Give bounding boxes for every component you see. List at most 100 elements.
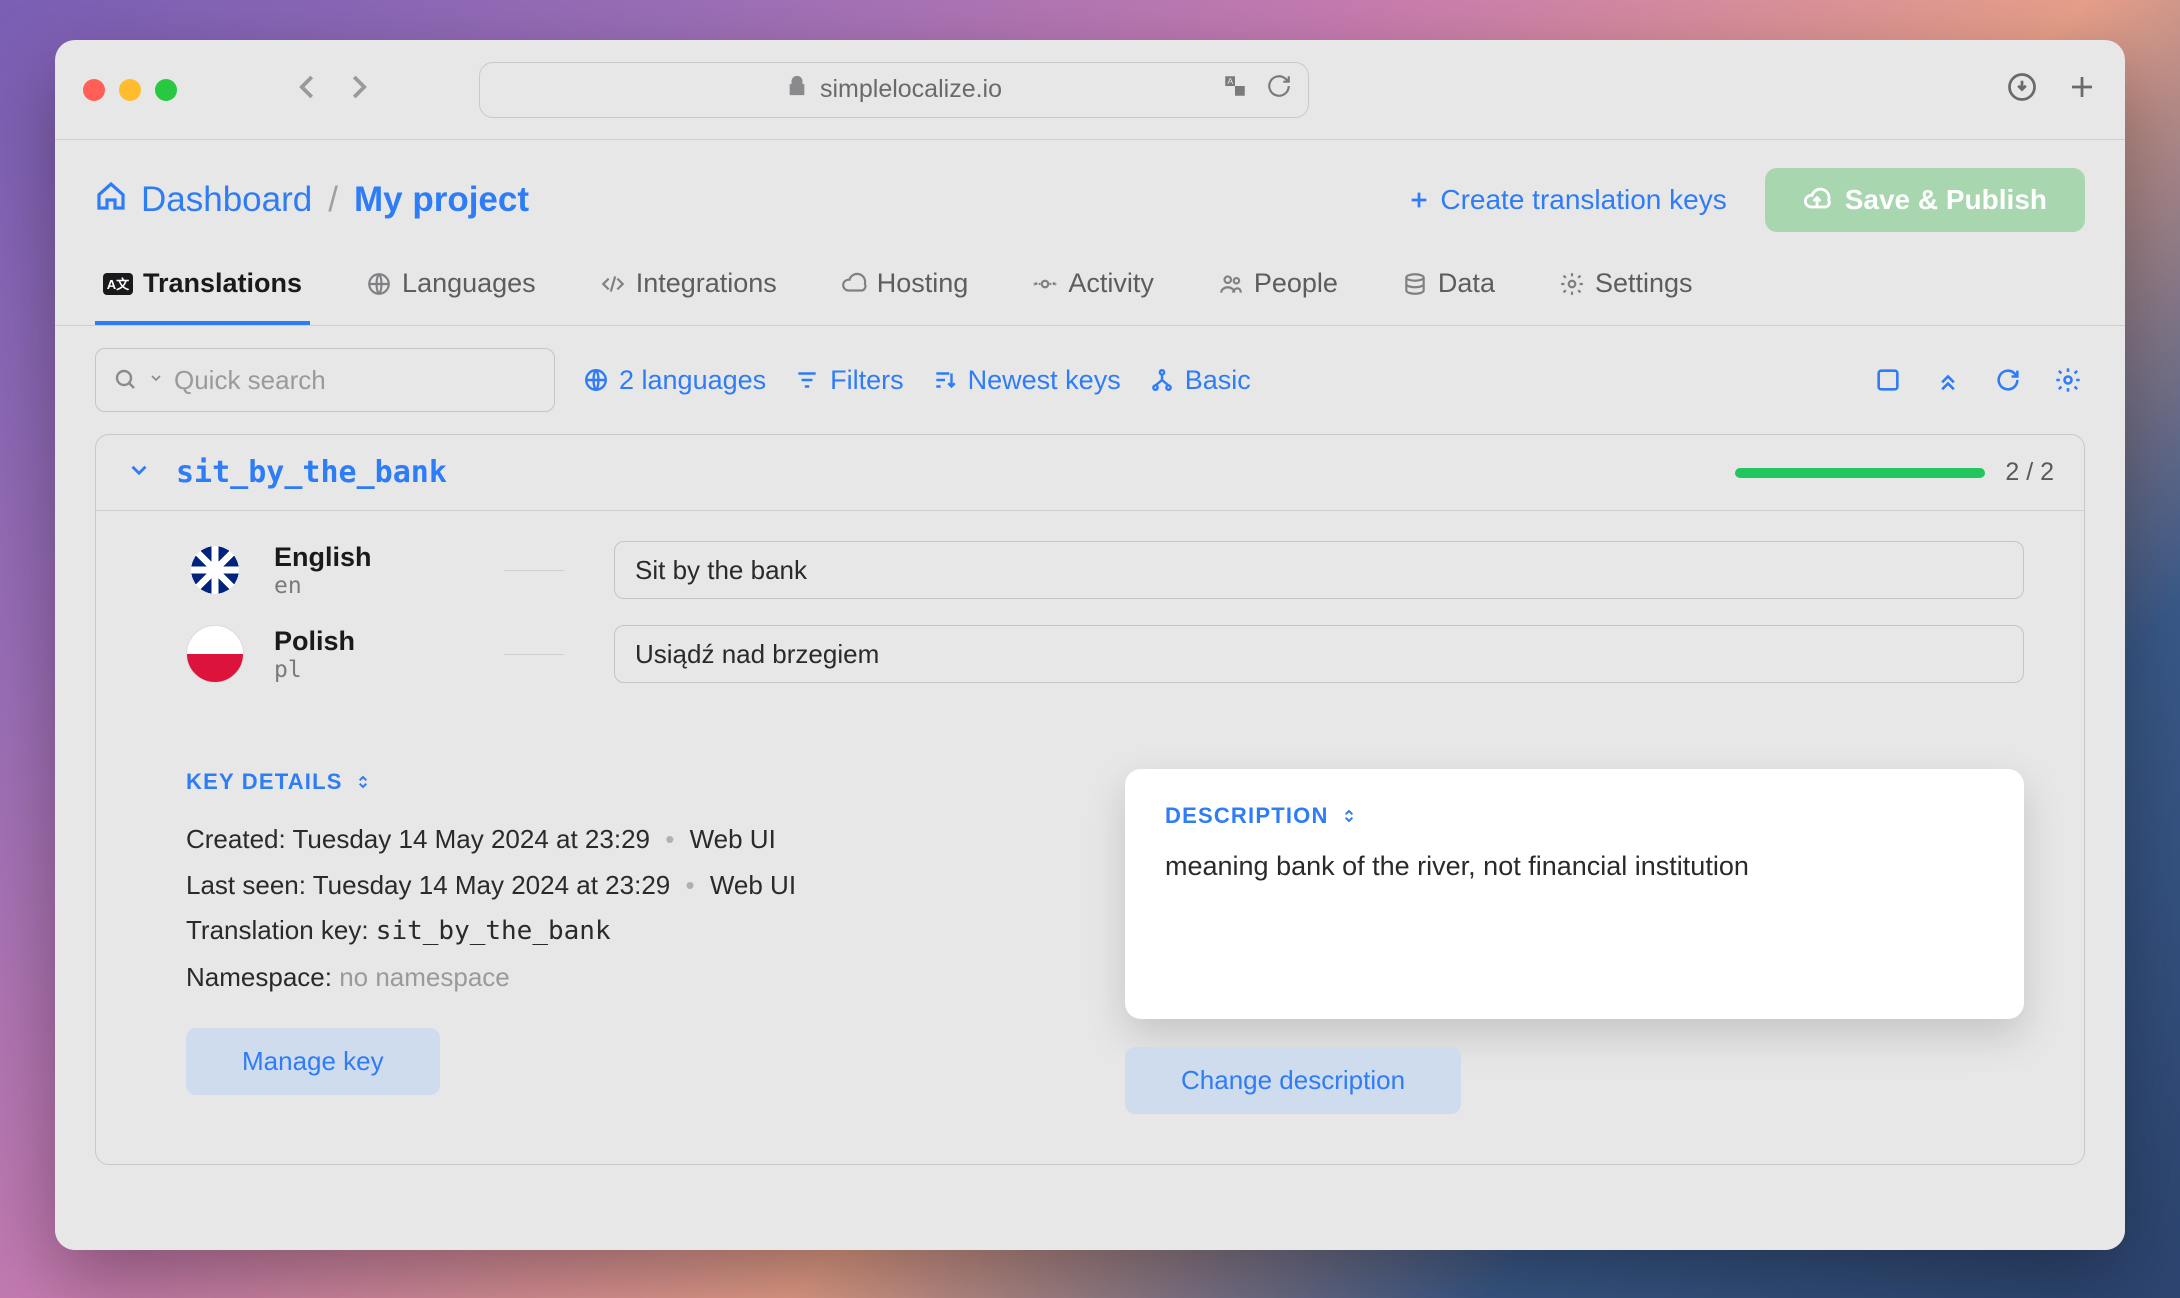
url-text: simplelocalize.io	[820, 75, 1002, 104]
created-line: Created: Tuesday 14 May 2024 at 23:29 • …	[186, 817, 1085, 863]
hierarchy-icon	[1149, 367, 1175, 393]
lastseen-label: Last seen:	[186, 870, 306, 900]
tab-data[interactable]: Data	[1394, 250, 1503, 325]
translation-key-value: sit_by_the_bank	[376, 916, 611, 946]
downloads-icon[interactable]	[2007, 72, 2037, 107]
created-value: Tuesday 14 May 2024 at 23:29	[293, 824, 651, 854]
toolbar: 2 languages Filters Newest keys Basic	[55, 326, 2125, 434]
translation-key-label: Translation key:	[186, 915, 369, 945]
tab-settings[interactable]: Settings	[1551, 250, 1701, 325]
chip-label: Newest keys	[968, 365, 1121, 396]
lastseen-value: Tuesday 14 May 2024 at 23:29	[313, 870, 671, 900]
search-input[interactable]	[174, 365, 536, 396]
translation-input-pl[interactable]	[614, 625, 2024, 683]
breadcrumb: Dashboard / My project	[95, 180, 529, 221]
tab-label: People	[1254, 268, 1338, 299]
new-tab-icon[interactable]	[2067, 72, 2097, 107]
breadcrumb-current[interactable]: My project	[354, 180, 529, 220]
breadcrumb-dashboard-link[interactable]: Dashboard	[141, 180, 312, 220]
forward-button[interactable]	[343, 72, 373, 107]
lastseen-source: Web UI	[710, 870, 796, 900]
tab-label: Settings	[1595, 268, 1693, 299]
language-code: en	[274, 573, 474, 599]
section-title-label: KEY DETAILS	[186, 769, 343, 795]
globe-icon	[583, 367, 609, 393]
divider	[504, 570, 564, 571]
code-icon	[600, 271, 626, 297]
app-content: Dashboard / My project Create translatio…	[55, 140, 2125, 1250]
search-box[interactable]	[95, 348, 555, 412]
browser-titlebar: simplelocalize.io A	[55, 40, 2125, 140]
translate-icon[interactable]: A	[1222, 73, 1248, 106]
key-name: sit_by_the_bank	[176, 455, 447, 490]
refresh-icon[interactable]	[1991, 363, 2025, 397]
key-header[interactable]: sit_by_the_bank 2 / 2	[96, 435, 2084, 511]
traffic-lights	[83, 79, 177, 101]
key-details-section: KEY DETAILS Created: Tuesday 14 May 2024…	[96, 719, 2084, 1164]
filters-chip[interactable]: Filters	[794, 365, 904, 396]
home-icon[interactable]	[95, 180, 127, 221]
tab-label: Translations	[143, 268, 302, 299]
language-name: Polish	[274, 626, 474, 657]
activity-icon	[1032, 271, 1058, 297]
tab-activity[interactable]: Activity	[1024, 250, 1162, 325]
change-description-label: Change description	[1181, 1065, 1405, 1096]
collapse-all-icon[interactable]	[1931, 363, 1965, 397]
expand-panel-icon[interactable]	[1871, 363, 1905, 397]
lastseen-line: Last seen: Tuesday 14 May 2024 at 23:29 …	[186, 863, 1085, 909]
namespace-label: Namespace:	[186, 962, 332, 992]
browser-window: simplelocalize.io A Dashboard / My proje…	[55, 40, 2125, 1250]
tab-label: Activity	[1068, 268, 1154, 299]
chip-label: Basic	[1185, 365, 1251, 396]
description-title[interactable]: DESCRIPTION	[1165, 803, 1984, 829]
tab-label: Hosting	[877, 268, 969, 299]
tab-label: Languages	[402, 268, 536, 299]
search-icon	[114, 368, 138, 392]
description-panel: DESCRIPTION meaning bank of the river, n…	[1125, 769, 2024, 1019]
url-bar[interactable]: simplelocalize.io A	[479, 62, 1309, 118]
description-text: meaning bank of the river, not financial…	[1165, 851, 1984, 882]
close-window-button[interactable]	[83, 79, 105, 101]
translation-input-en[interactable]	[614, 541, 2024, 599]
create-translation-keys-button[interactable]: Create translation keys	[1392, 174, 1742, 226]
translation-key-line: Translation key: sit_by_the_bank	[186, 908, 1085, 955]
view-mode-chip[interactable]: Basic	[1149, 365, 1251, 396]
chip-label: 2 languages	[619, 365, 766, 396]
reload-icon[interactable]	[1266, 73, 1292, 106]
expand-icon	[1339, 806, 1359, 826]
save-publish-button[interactable]: Save & Publish	[1765, 168, 2085, 232]
language-name: English	[274, 542, 474, 573]
translation-row-pl: Polish pl	[186, 625, 2024, 683]
view-settings-icon[interactable]	[2051, 363, 2085, 397]
tab-integrations[interactable]: Integrations	[592, 250, 785, 325]
globe-icon	[366, 271, 392, 297]
expand-icon	[353, 772, 373, 792]
translations-list: English en Polish pl	[96, 511, 2084, 719]
back-button[interactable]	[293, 72, 323, 107]
section-title-label: DESCRIPTION	[1165, 803, 1329, 829]
people-icon	[1218, 271, 1244, 297]
key-details-title[interactable]: KEY DETAILS	[186, 769, 1085, 795]
change-description-button[interactable]: Change description	[1125, 1047, 1461, 1114]
tab-languages[interactable]: Languages	[358, 250, 544, 325]
description-column: DESCRIPTION meaning bank of the river, n…	[1125, 769, 2024, 1114]
created-source: Web UI	[690, 824, 776, 854]
sort-chip[interactable]: Newest keys	[932, 365, 1121, 396]
nav-arrows	[293, 72, 373, 107]
plus-icon	[1408, 189, 1430, 211]
divider	[504, 654, 564, 655]
tab-label: Integrations	[636, 268, 777, 299]
tab-people[interactable]: People	[1210, 250, 1346, 325]
manage-key-label: Manage key	[242, 1046, 384, 1077]
manage-key-button[interactable]: Manage key	[186, 1028, 440, 1095]
created-label: Created:	[186, 824, 286, 854]
languages-filter-chip[interactable]: 2 languages	[583, 365, 766, 396]
search-mode-dropdown-icon[interactable]	[148, 370, 164, 391]
tab-hosting[interactable]: Hosting	[833, 250, 977, 325]
maximize-window-button[interactable]	[155, 79, 177, 101]
sort-icon	[932, 367, 958, 393]
translation-row-en: English en	[186, 541, 2024, 599]
tab-translations[interactable]: A文 Translations	[95, 250, 310, 325]
svg-text:A: A	[1227, 76, 1233, 86]
minimize-window-button[interactable]	[119, 79, 141, 101]
